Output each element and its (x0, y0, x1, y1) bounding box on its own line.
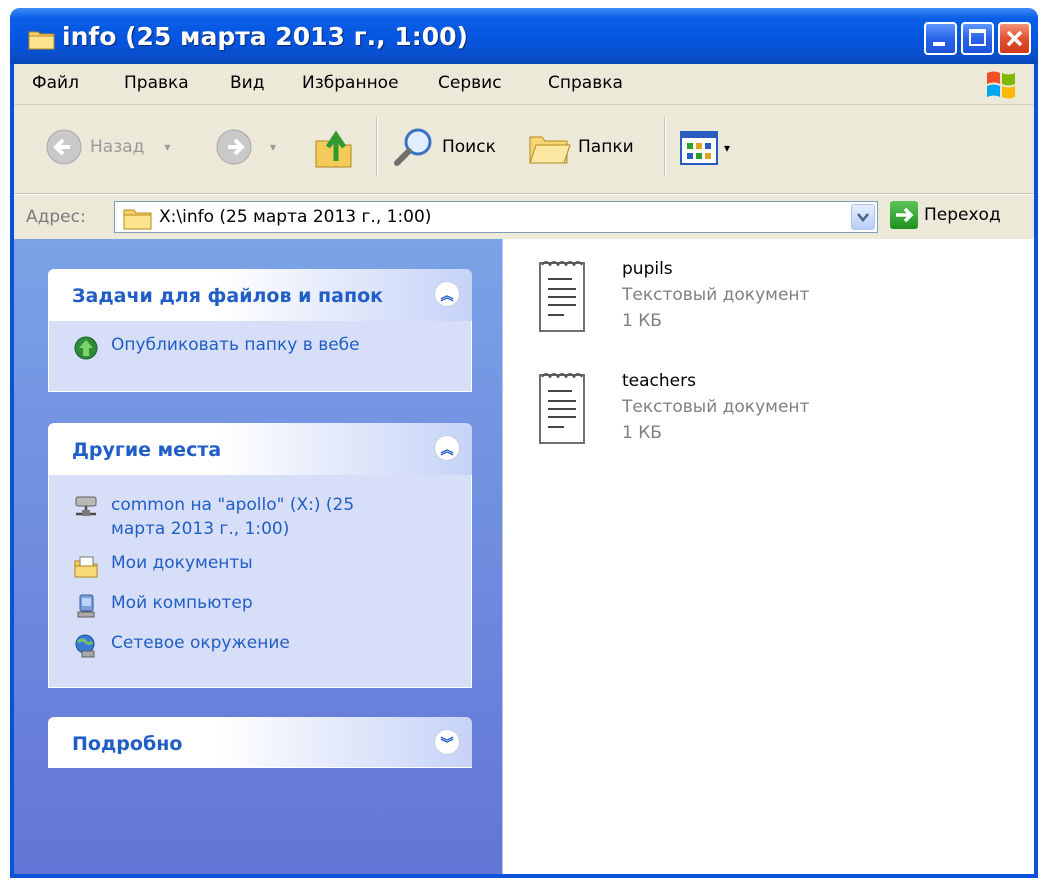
file-tasks-header[interactable]: Задачи для файлов и папок ︽ (48, 269, 472, 321)
views-dropdown-icon[interactable]: ▾ (724, 141, 730, 155)
place-network-places-label: Сетевое окружение (111, 633, 290, 653)
go-label: Переход (924, 205, 1001, 225)
file-type: Текстовый документ (622, 285, 810, 305)
file-tasks-body: Опубликовать папку в вебе (48, 321, 472, 392)
my-documents-icon (74, 556, 98, 578)
task-pane: Задачи для файлов и папок ︽ Опубликовать… (14, 239, 503, 874)
go-arrow-icon (890, 201, 918, 229)
place-network-places[interactable]: Сетевое окружение (73, 633, 290, 659)
up-folder-icon (315, 130, 352, 168)
place-network-drive-label: common на "apollo" (X:) (25 марта 2013 г… (111, 493, 354, 541)
other-places-panel: Другие места ︽ common на "apollo" (X:) (… (48, 423, 472, 688)
text-document-icon (539, 261, 585, 332)
file-type: Текстовый документ (622, 397, 810, 417)
menu-edit[interactable]: Правка (124, 73, 189, 93)
go-button[interactable]: Переход (890, 201, 1001, 229)
forward-arrow-icon (216, 129, 252, 165)
network-drive-icon (75, 496, 97, 516)
menu-file[interactable]: Файл (32, 73, 79, 93)
task-publish-web-label: Опубликовать папку в вебе (111, 335, 360, 355)
details-header[interactable]: Подробно ︾ (48, 717, 472, 768)
back-label: Назад (90, 137, 145, 157)
chevron-down-icon (857, 213, 869, 222)
views-button[interactable]: ▾ (680, 131, 730, 165)
place-my-documents-label: Мои документы (111, 553, 253, 573)
content-area: Задачи для файлов и папок ︽ Опубликовать… (14, 239, 1034, 874)
task-publish-web[interactable]: Опубликовать папку в вебе (73, 335, 360, 361)
file-name: teachers (622, 371, 696, 391)
place-my-documents[interactable]: Мои документы (73, 553, 253, 579)
window-title: info (25 марта 2013 г., 1:00) (62, 22, 468, 51)
network-places-icon (75, 634, 95, 658)
address-dropdown-button[interactable] (851, 204, 875, 230)
file-size: 1 КБ (622, 311, 662, 331)
publish-web-icon (74, 336, 98, 360)
place-my-computer[interactable]: Мой компьютер (73, 593, 253, 619)
minimize-icon (933, 42, 945, 46)
back-dropdown-icon[interactable]: ▾ (164, 140, 170, 154)
menu-tools[interactable]: Сервис (438, 73, 502, 93)
folders-button[interactable]: Папки (526, 125, 634, 169)
forward-dropdown-icon[interactable]: ▾ (270, 140, 276, 154)
folders-label: Папки (578, 137, 634, 157)
expand-icon[interactable]: ︾ (434, 729, 460, 755)
forward-button[interactable]: ▾ (214, 127, 276, 167)
other-places-body: common на "apollo" (X:) (25 марта 2013 г… (48, 475, 472, 688)
toolbar: Назад ▾ ▾ Поиск Папки ▾ (14, 105, 1034, 194)
windows-logo-icon (987, 71, 1015, 99)
folders-icon (529, 136, 571, 164)
place-my-computer-label: Мой компьютер (111, 593, 253, 613)
folder-icon (28, 31, 55, 50)
collapse-icon[interactable]: ︽ (434, 435, 460, 461)
details-title: Подробно (72, 733, 183, 755)
text-document-icon (539, 373, 585, 444)
toolbar-separator (376, 117, 377, 177)
place-network-drive-line2: марта 2013 г., 1:00) (111, 519, 290, 539)
details-panel: Подробно ︾ (48, 717, 472, 768)
up-folder-button[interactable] (314, 125, 356, 169)
address-label: Адрес: (26, 207, 86, 227)
toolbar-separator (664, 117, 665, 177)
minimize-button[interactable] (924, 22, 957, 55)
address-value: X:\info (25 марта 2013 г., 1:00) (159, 207, 432, 227)
place-network-drive[interactable]: common на "apollo" (X:) (25 марта 2013 г… (73, 493, 354, 541)
other-places-header[interactable]: Другие места ︽ (48, 423, 472, 475)
address-input[interactable]: X:\info (25 марта 2013 г., 1:00) (114, 201, 878, 233)
views-icon (680, 131, 718, 165)
search-button[interactable]: Поиск (392, 125, 496, 169)
menu-favorites[interactable]: Избранное (302, 73, 399, 93)
folder-icon (123, 209, 152, 230)
maximize-button[interactable] (961, 22, 994, 55)
search-icon (394, 128, 432, 166)
file-size: 1 КБ (622, 423, 662, 443)
place-network-drive-line1: common на "apollo" (X:) (25 (111, 495, 355, 515)
file-tasks-panel: Задачи для файлов и папок ︽ Опубликовать… (48, 269, 472, 392)
explorer-window: info (25 марта 2013 г., 1:00) Файл Правк… (10, 8, 1038, 878)
close-button[interactable] (998, 22, 1031, 55)
address-bar: Адрес: X:\info (25 марта 2013 г., 1:00) … (14, 194, 1034, 239)
other-places-title: Другие места (72, 439, 222, 461)
file-tasks-title: Задачи для файлов и папок (72, 285, 384, 307)
search-label: Поиск (442, 137, 496, 157)
file-name: pupils (622, 259, 673, 279)
back-button[interactable]: Назад ▾ (44, 127, 170, 167)
menu-help[interactable]: Справка (548, 73, 623, 93)
my-computer-icon (77, 594, 95, 618)
menu-view[interactable]: Вид (230, 73, 264, 93)
title-bar[interactable]: info (25 марта 2013 г., 1:00) (10, 8, 1038, 64)
back-arrow-icon (46, 129, 82, 165)
close-icon (1006, 30, 1023, 47)
menu-bar: Файл Правка Вид Избранное Сервис Справка (14, 64, 1034, 105)
collapse-icon[interactable]: ︽ (434, 281, 460, 307)
maximize-icon (969, 29, 986, 46)
